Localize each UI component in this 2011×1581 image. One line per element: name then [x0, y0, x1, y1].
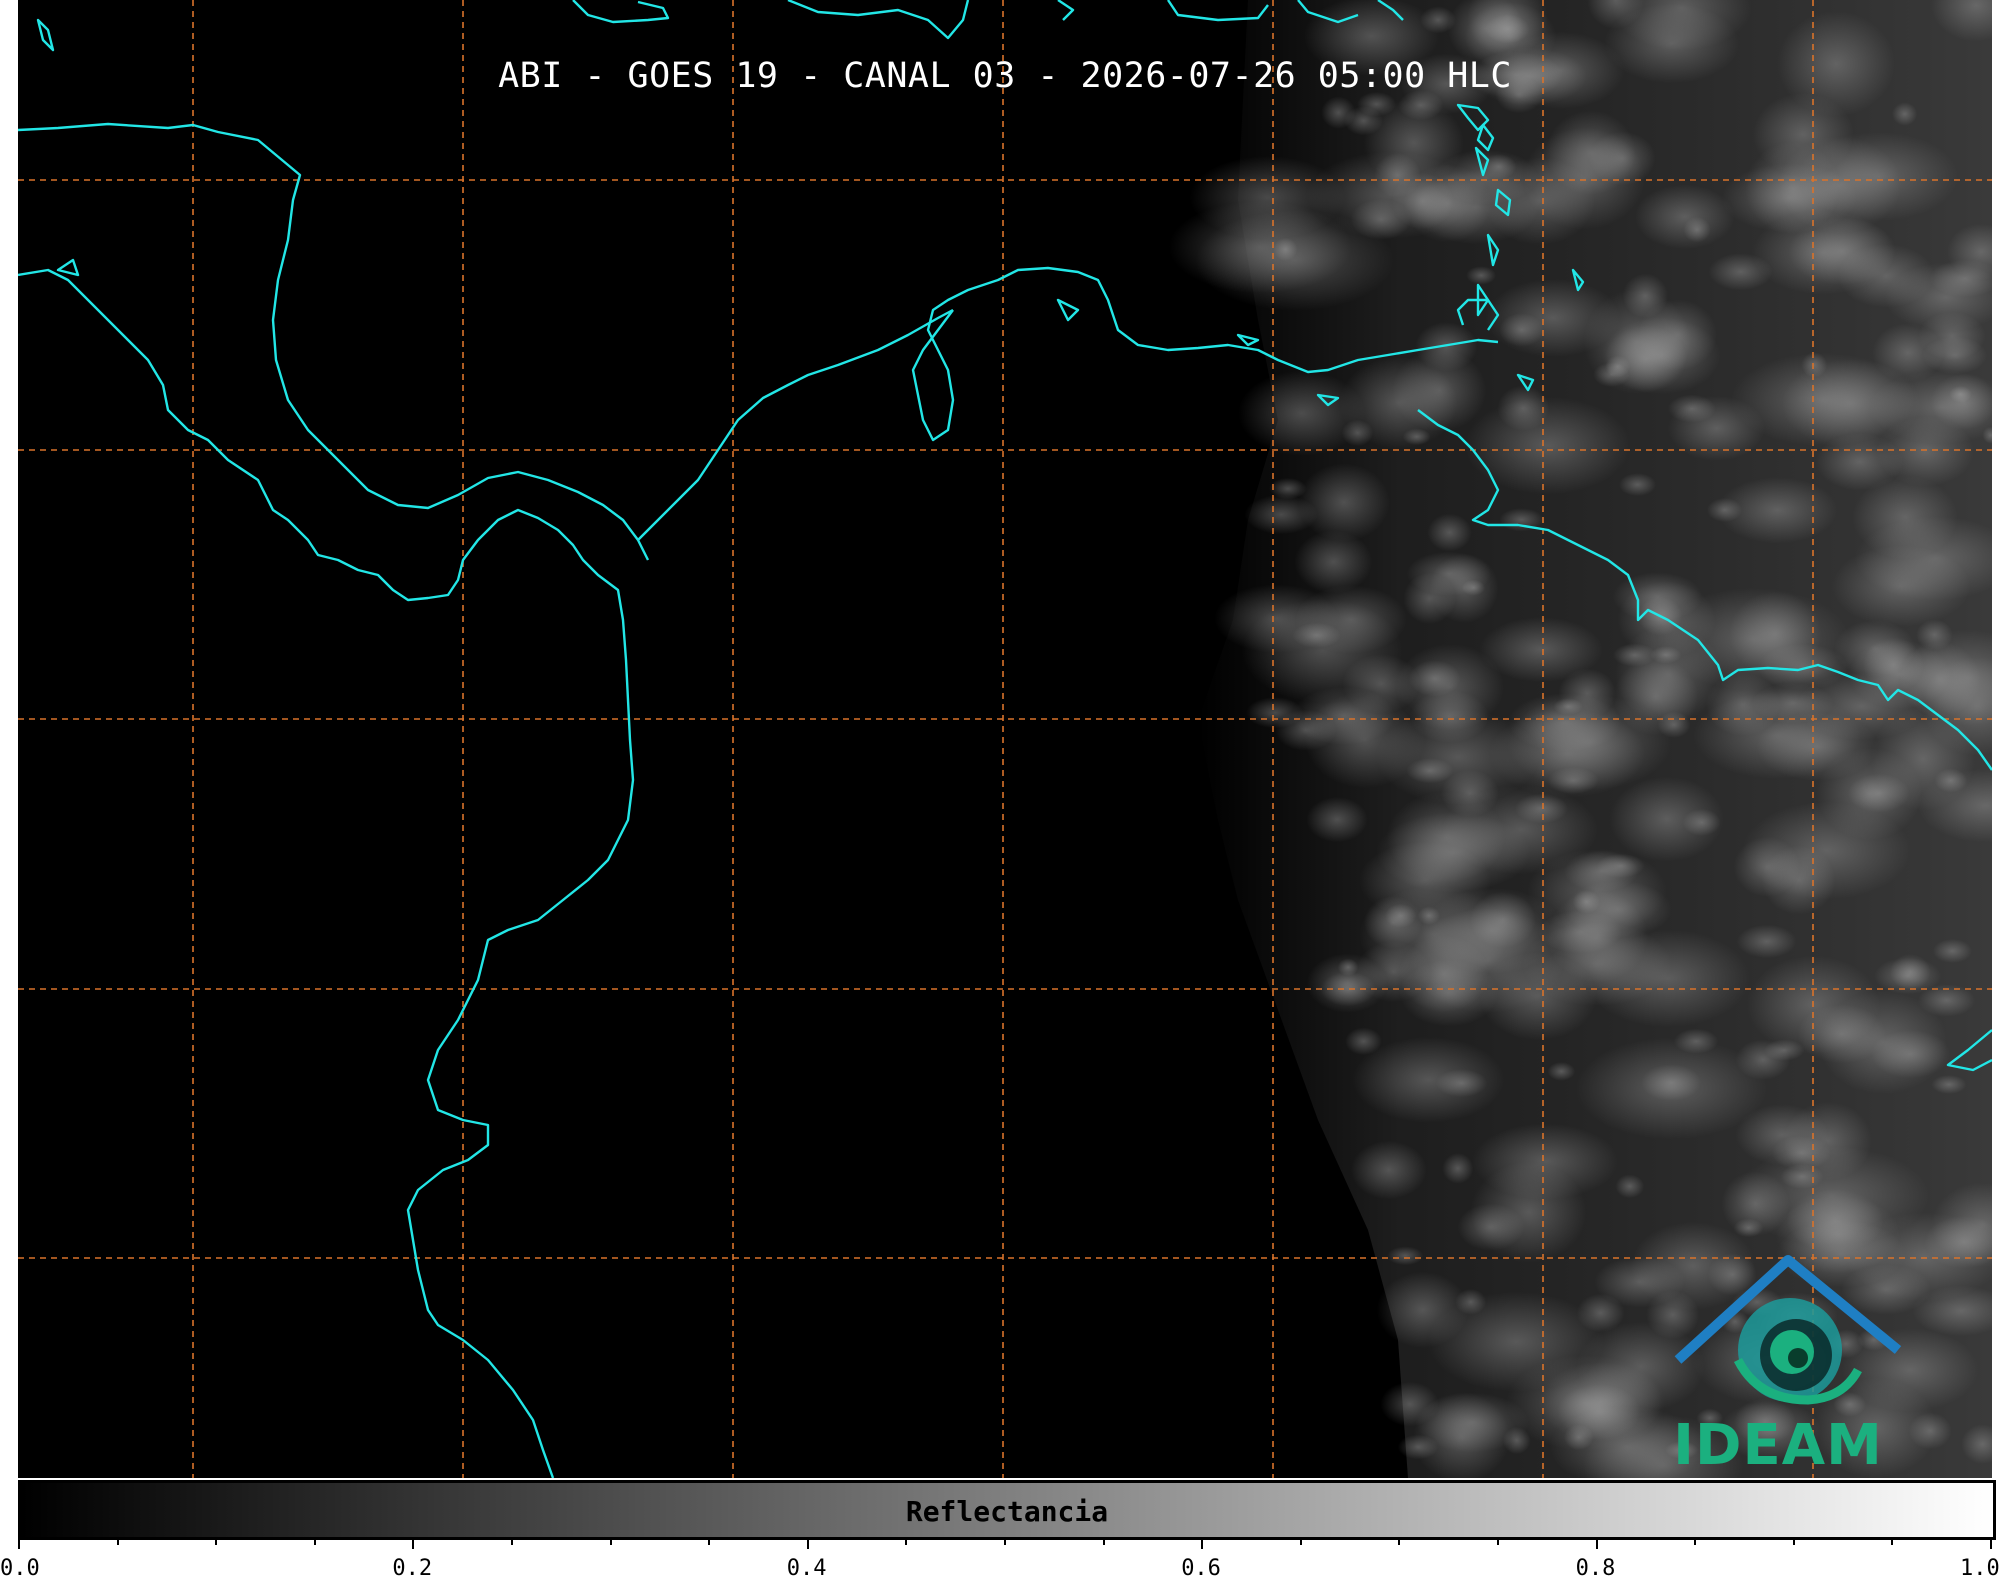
colorbar-tick-label: 0.0 [0, 1556, 40, 1581]
cloud-patch [1415, 1392, 1529, 1453]
cloud-patch [1455, 1289, 1487, 1315]
colorbar-tick-mark [1004, 1537, 1006, 1545]
cloud-patch [1306, 797, 1368, 843]
cloud-patch [1291, 686, 1395, 745]
colorbar-tick-mark [1102, 1537, 1105, 1545]
cloud-patch [1609, 776, 1725, 862]
colorbar-tick-mark [412, 1537, 415, 1549]
colorbar-ticks: 0.0 0.2 0.4 0.6 0.8 1.0 [0, 1537, 2000, 1581]
cloud-patch [1427, 513, 1472, 552]
colorbar: Reflectancia [18, 1480, 1996, 1540]
colorbar-tick-mark [116, 1537, 119, 1545]
colorbar-tick-label: 0.6 [1181, 1556, 1221, 1581]
cloud-patch [1892, 102, 1918, 126]
cloud-patch [1908, 1412, 1952, 1450]
colorbar-tick-mark [806, 1537, 809, 1549]
cloud-patch [1376, 812, 1531, 893]
colorbar-tick-label: 0.4 [786, 1556, 827, 1581]
cloud-patch [1668, 395, 1765, 461]
cloud-patch [1429, 553, 1499, 623]
ideam-logo: IDEAM [1668, 1250, 1908, 1478]
cloud-patch [1244, 494, 1318, 535]
colorbar-tick-mark [1398, 1537, 1401, 1545]
cloud-patch [1442, 1153, 1474, 1184]
cloud-patch [1705, 673, 1781, 736]
cloud-patch [1351, 1140, 1427, 1200]
map-title: ABI - GOES 19 - CANAL 03 - 2026-07-26 05… [498, 56, 1512, 96]
cloud-patch [1339, 356, 1458, 449]
cloud-patch [1547, 1062, 1576, 1081]
colorbar-tick-mark [313, 1537, 316, 1545]
cloud-patch [1613, 658, 1698, 736]
cloud-patch [1410, 908, 1565, 1013]
cloud-patch [1352, 1037, 1505, 1123]
cloud-patch [1752, 93, 1854, 176]
colorbar-tick-label: 0.2 [392, 1556, 433, 1581]
cloud-patch [1420, 6, 1456, 34]
cloud-patch [1575, 1037, 1768, 1140]
colorbar-tick-mark [1792, 1537, 1795, 1545]
cloud-patch [1306, 953, 1388, 1013]
colorbar-tick-mark [18, 1537, 20, 1549]
ideam-wordmark: IDEAM [1673, 1413, 1883, 1478]
cloud-patch [1538, 1362, 1663, 1442]
cloud-patch [1615, 1174, 1645, 1199]
colorbar-tick-mark [905, 1537, 908, 1545]
cloud-patch [1683, 216, 1711, 243]
cloud-patch [1932, 939, 1972, 963]
colorbar-tick-mark [1990, 1537, 1992, 1549]
colorbar-tick-mark [1201, 1537, 1204, 1549]
colorbar-tick-mark [1299, 1537, 1302, 1545]
cloud-patch [1848, 773, 1910, 813]
cloud-patch [1717, 477, 1838, 544]
cloud-patch [1466, 266, 1497, 285]
cloud-patch [1619, 473, 1656, 497]
cloud-patch [1931, 1075, 1967, 1094]
colorbar-tick-mark [1891, 1537, 1894, 1545]
cloud-patch [1387, 1246, 1424, 1266]
cloud-patch [1483, 157, 1595, 245]
cloud-patch [1596, 853, 1645, 878]
cloud-patch [1852, 475, 1958, 559]
cloud-patch [1306, 151, 1475, 239]
colorbar-tick-mark [708, 1537, 711, 1545]
cloud-patch [1485, 14, 1530, 44]
cloud-patch [1736, 924, 1797, 959]
cloud-patch [1499, 313, 1544, 347]
satellite-map: ABI - GOES 19 - CANAL 03 - 2026-07-26 05… [18, 0, 1992, 1478]
cloud-patch [1761, 845, 1836, 915]
colorbar-tick-mark [215, 1537, 218, 1545]
colorbar-label: Reflectancia [905, 1495, 1109, 1528]
cloud-patch [1634, 184, 1735, 249]
cloud-patch [1321, 96, 1356, 129]
cloud-patch [1298, 463, 1390, 542]
colorbar-tick-mark [1595, 1537, 1598, 1549]
cloud-patch [1890, 954, 1931, 990]
ideam-mountain-swirl-icon [1674, 1255, 1902, 1405]
colorbar-tick-mark [1497, 1537, 1499, 1545]
cloud-patch [1214, 584, 1339, 653]
cloud-patch [1735, 1104, 1829, 1166]
colorbar-tick-mark [1694, 1537, 1697, 1545]
colorbar-tick-mark [609, 1537, 612, 1545]
cloud-patch [1899, 641, 1981, 718]
colorbar-tick-mark [511, 1537, 513, 1545]
cloud-patch [1729, 591, 1822, 677]
cloud-patch [1797, 1004, 1887, 1064]
cloud-patch [1470, 1161, 1587, 1263]
cloud-patch [1408, 660, 1461, 697]
colorbar-tick-label: 1.0 [1960, 1556, 2000, 1581]
cloud-patch [1465, 396, 1631, 495]
colorbar-tick-label: 0.8 [1575, 1556, 1616, 1581]
cloud-patch [1583, 289, 1691, 395]
cloud-patch [1781, 359, 1921, 448]
